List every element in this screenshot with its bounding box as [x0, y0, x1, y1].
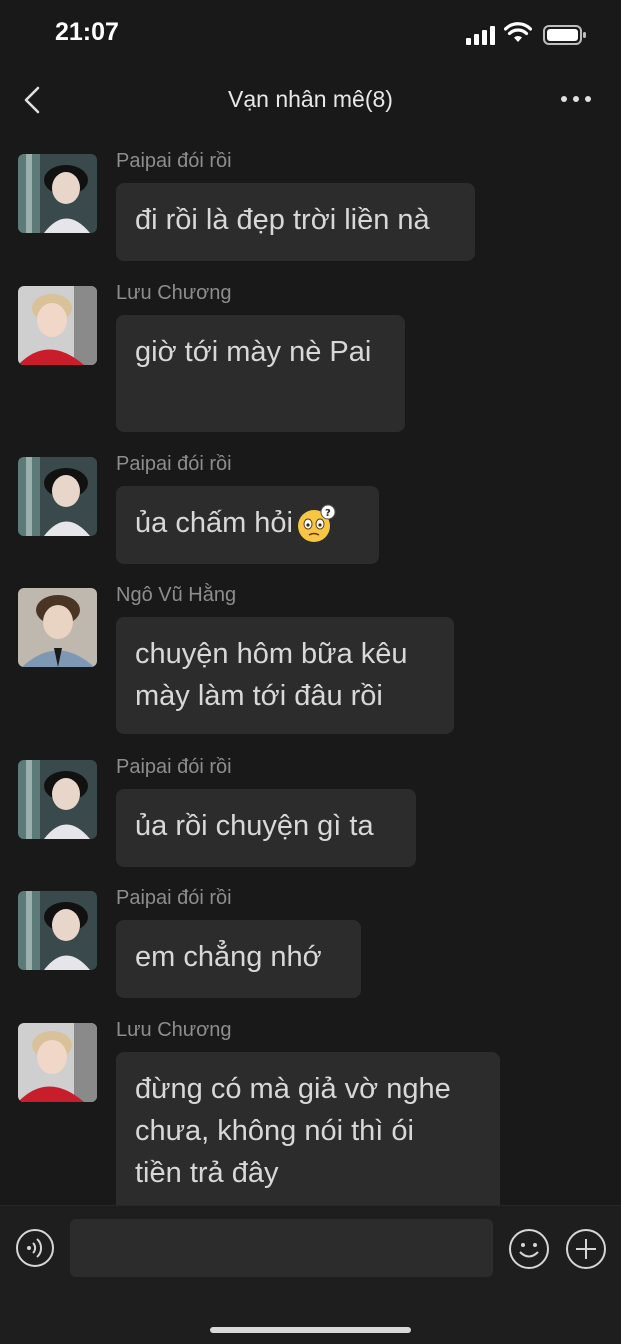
message-input[interactable]	[70, 1219, 493, 1277]
message-bubble[interactable]: ủa rồi chuyện gì ta	[116, 789, 416, 867]
svg-text:?: ?	[325, 508, 331, 519]
avatar-paipai[interactable]	[18, 760, 97, 839]
message-text: em chẳng nhớ	[135, 941, 322, 973]
message-text: ủa rồi chuyện gì ta	[135, 810, 374, 842]
message-item: Paipai đói rồi em chẳng nhớ	[0, 877, 621, 1008]
cellular-signal-icon	[466, 26, 495, 45]
message-item: Lưu Chương giờ tới mày nè Pai	[0, 272, 621, 443]
sender-name: Ngô Vũ Hằng	[116, 584, 237, 606]
status-time: 21:07	[55, 18, 119, 46]
sender-name: Paipai đói rồi	[116, 887, 232, 909]
wifi-icon	[504, 22, 532, 42]
message-item: Lưu Chương đừng có mà giả vờ nghe chưa, …	[0, 1009, 621, 1205]
message-item: Paipai đói rồi đi rồi là đẹp trời liền n…	[0, 140, 621, 271]
sender-name: Paipai đói rồi	[116, 756, 232, 778]
avatar-ngo-vu-hang[interactable]	[18, 588, 97, 667]
message-text: chuyện hôm bữa kêu	[135, 638, 408, 670]
sender-name: Paipai đói rồi	[116, 453, 232, 475]
battery-icon	[543, 25, 586, 45]
message-item: Paipai đói rồi ủa chấm hỏi ?	[0, 443, 621, 574]
emoji-icon[interactable]	[508, 1228, 550, 1270]
sender-name: Lưu Chương	[116, 1019, 232, 1041]
message-text: tiền trả đây	[135, 1157, 279, 1189]
sender-name: Paipai đói rồi	[116, 150, 232, 172]
chat-header: Vạn nhân mê(8)	[0, 70, 621, 130]
chat-title: Vạn nhân mê(8)	[228, 86, 393, 112]
message-text: đừng có mà giả vờ nghe	[135, 1073, 451, 1105]
input-bar	[0, 1205, 621, 1344]
status-bar: 21:07	[0, 0, 621, 70]
avatar-paipai[interactable]	[18, 457, 97, 536]
message-bubble[interactable]: đừng có mà giả vờ nghe chưa, không nói t…	[116, 1052, 500, 1205]
message-text: chưa, không nói thì ói	[135, 1115, 414, 1147]
avatar-luu-chuong[interactable]	[18, 1023, 97, 1102]
message-bubble[interactable]: chuyện hôm bữa kêu mày làm tới đâu rồi	[116, 617, 454, 734]
message-list[interactable]: Paipai đói rồi đi rồi là đẹp trời liền n…	[0, 140, 621, 1205]
home-indicator[interactable]	[210, 1327, 411, 1333]
message-item: Ngô Vũ Hằng chuyện hôm bữa kêu mày làm t…	[0, 574, 621, 746]
more-options-icon[interactable]	[556, 84, 596, 114]
avatar-paipai[interactable]	[18, 154, 97, 233]
message-bubble[interactable]: ủa chấm hỏi ?	[116, 486, 379, 564]
message-text: giờ tới mày nè Pai	[135, 336, 372, 368]
chat-screen: 21:07 Vạn nhân mê(8) Paipai đói rồi đi r…	[0, 0, 621, 1344]
message-bubble[interactable]: em chẳng nhớ	[116, 920, 361, 998]
voice-icon[interactable]	[15, 1228, 55, 1268]
message-text: mày làm tới đâu rồi	[135, 680, 383, 712]
message-text-inline: ủa chấm hỏi	[135, 507, 293, 539]
sender-name: Lưu Chương	[116, 282, 232, 304]
confused-face-emoji-icon: ?	[298, 504, 336, 543]
message-bubble[interactable]: đi rồi là đẹp trời liền nà	[116, 183, 475, 261]
message-text: ủa chấm hỏi ?	[135, 502, 360, 544]
message-item: Paipai đói rồi ủa rồi chuyện gì ta	[0, 746, 621, 877]
add-icon[interactable]	[565, 1228, 607, 1270]
avatar-paipai[interactable]	[18, 891, 97, 970]
message-bubble[interactable]: giờ tới mày nè Pai	[116, 315, 405, 432]
message-text: đi rồi là đẹp trời liền nà	[135, 204, 430, 236]
avatar-luu-chuong[interactable]	[18, 286, 97, 365]
